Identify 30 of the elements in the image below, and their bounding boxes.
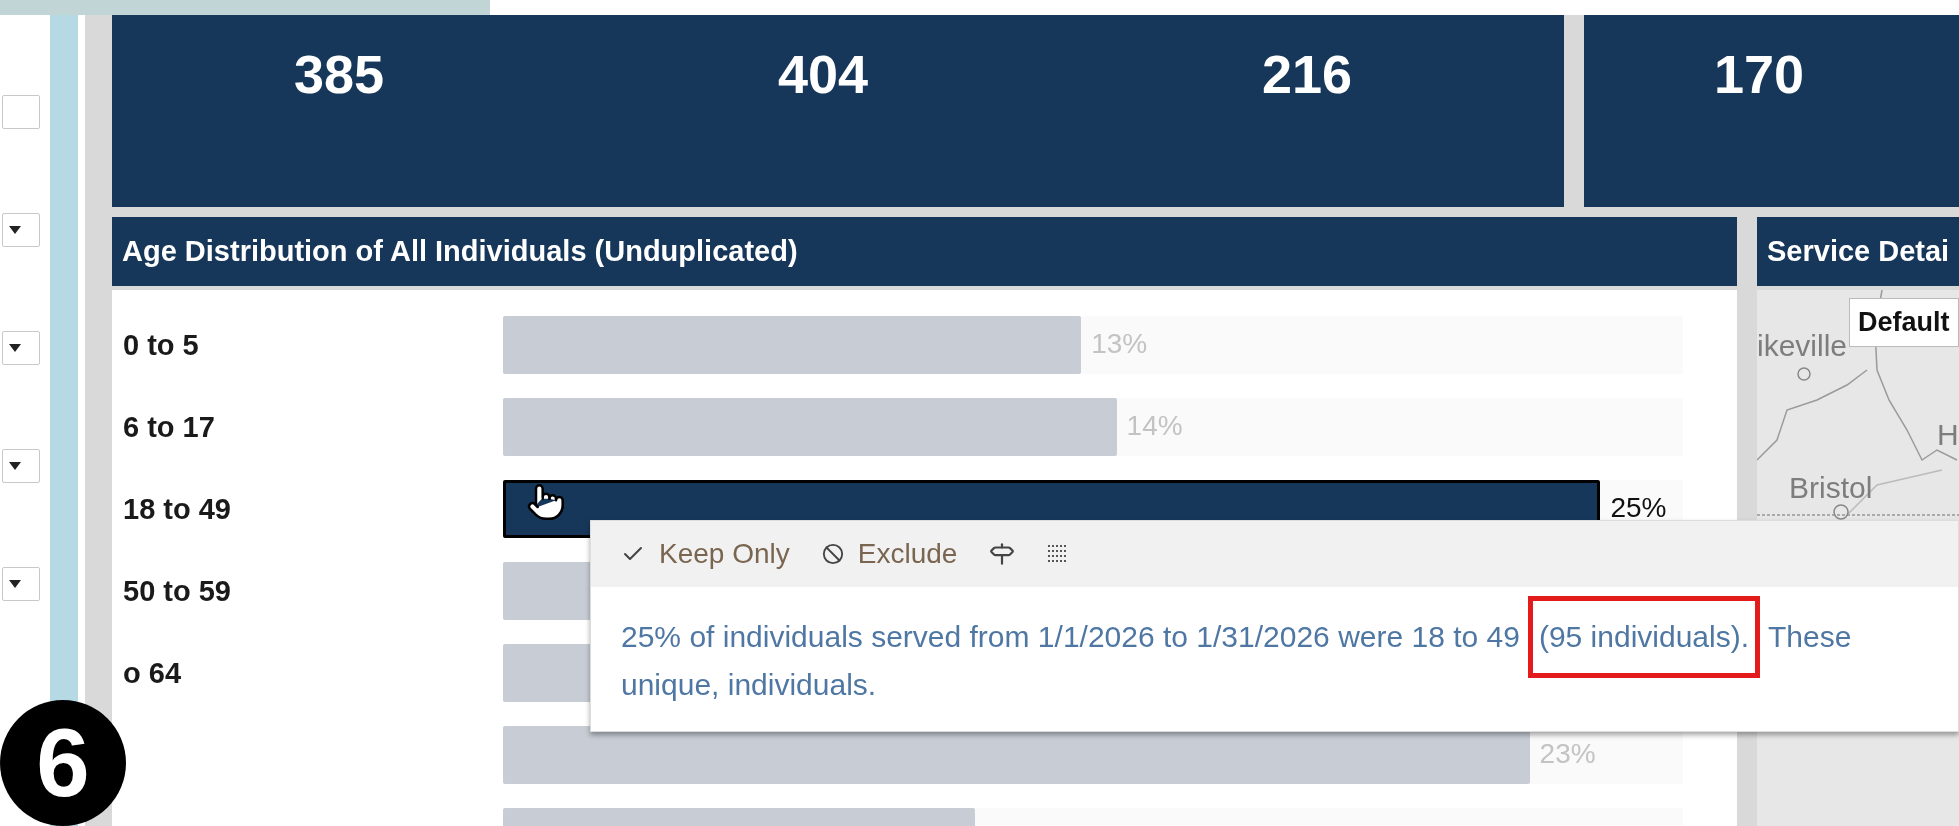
filter-dropdown[interactable]: [2, 213, 40, 247]
map-style-dropdown[interactable]: Default: [1849, 298, 1959, 347]
exclude-icon: [821, 543, 844, 565]
panel-title: Age Distribution of All Individuals (Unduplicated): [122, 235, 798, 268]
percent-label: 25%: [1610, 492, 1667, 524]
caret-icon: [9, 580, 21, 588]
kpi-value: 170: [1712, 43, 1806, 105]
tooltip-action[interactable]: Exclude: [821, 538, 958, 570]
filter-dropdown[interactable]: [2, 331, 40, 365]
caret-icon: [9, 344, 21, 352]
age-label: 6 to 17: [122, 410, 215, 444]
highlighted-text: (95 individuals).: [1527, 596, 1761, 678]
tooltip-text: These: [1768, 619, 1852, 655]
age-label: o 64: [122, 656, 182, 690]
signpost-icon: [989, 541, 1016, 567]
caret-icon: [9, 462, 21, 470]
tooltip-text: 25% of individuals served from 1/1/2026 to 1/31/2026 were 18 to 49: [621, 619, 1520, 655]
filter-dropdown[interactable]: [2, 449, 40, 483]
age-label: 0 to 5: [122, 328, 199, 362]
kpi-value: 216: [1260, 43, 1354, 105]
caret-icon: [9, 226, 21, 234]
age-label: 18 to 49: [122, 492, 231, 526]
tooltip-action[interactable]: Keep Only: [621, 538, 790, 570]
tooltip-text: unique, individuals.: [621, 667, 877, 703]
filter-dropdown[interactable]: [2, 567, 40, 601]
kpi-value: 404: [776, 43, 870, 105]
panel-title: Service Detai: [1767, 235, 1950, 268]
kpi-value: 385: [292, 43, 386, 105]
age-label: 50 to 59: [122, 574, 231, 608]
tooltip-icon-button[interactable]: [989, 541, 1016, 567]
